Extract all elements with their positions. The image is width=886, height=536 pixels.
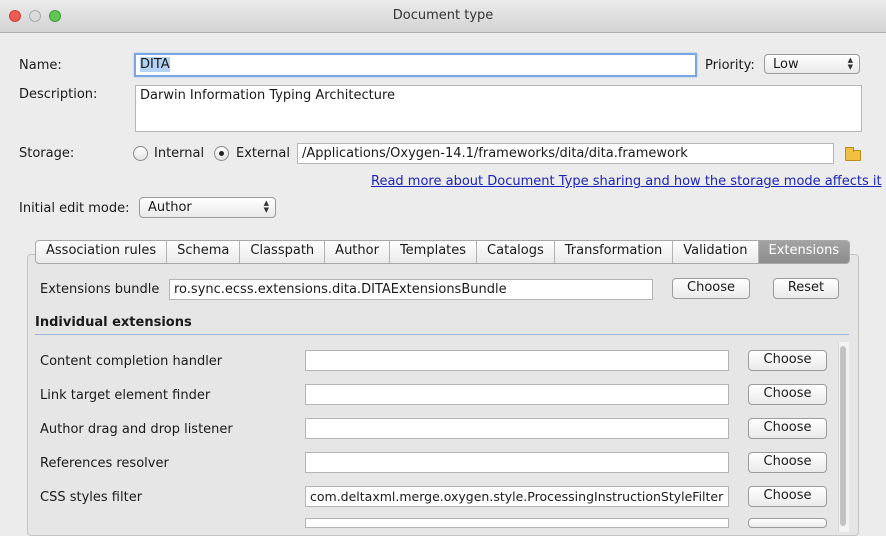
- storage-external-radio[interactable]: [214, 146, 229, 161]
- folder-icon[interactable]: [845, 147, 861, 161]
- link-target-finder-label: Link target element finder: [40, 388, 211, 403]
- content-completion-choose-button[interactable]: Choose: [748, 350, 827, 371]
- storage-external-label: External: [236, 146, 290, 161]
- references-resolver-choose-button[interactable]: Choose: [748, 452, 827, 473]
- css-styles-filter-label: CSS styles filter: [40, 490, 143, 505]
- tab-bar: Association rules Schema Classpath Autho…: [35, 240, 851, 264]
- storage-internal-label: Internal: [154, 146, 205, 161]
- storage-path-input[interactable]: /Applications/Oxygen-14.1/frameworks/dit…: [297, 143, 834, 164]
- scrollbar-thumb[interactable]: [840, 346, 846, 526]
- section-divider: [35, 334, 849, 335]
- css-styles-filter-input[interactable]: com.deltaxml.merge.oxygen.style.Processi…: [305, 486, 729, 507]
- storage-label: Storage:: [19, 146, 75, 161]
- description-textarea[interactable]: Darwin Information Typing Architecture: [135, 85, 862, 132]
- tab-catalogs[interactable]: Catalogs: [477, 241, 555, 263]
- tab-author[interactable]: Author: [325, 241, 390, 263]
- edit-mode-select[interactable]: Author ▲ ▼: [139, 197, 276, 218]
- link-target-finder-input[interactable]: [305, 384, 729, 405]
- individual-extensions-title: Individual extensions: [35, 315, 192, 330]
- tab-transformation[interactable]: Transformation: [555, 241, 674, 263]
- select-arrows-icon: ▲ ▼: [847, 56, 853, 71]
- edit-mode-label: Initial edit mode:: [19, 201, 130, 216]
- content-completion-label: Content completion handler: [40, 354, 223, 369]
- tab-classpath[interactable]: Classpath: [240, 241, 326, 263]
- name-input[interactable]: DITA: [134, 53, 697, 77]
- drag-drop-listener-label: Author drag and drop listener: [40, 422, 233, 437]
- description-label: Description:: [19, 87, 98, 102]
- tab-schema[interactable]: Schema: [167, 241, 241, 263]
- tab-association-rules[interactable]: Association rules: [36, 241, 168, 263]
- tab-validation[interactable]: Validation: [673, 241, 759, 263]
- priority-select[interactable]: Low ▲ ▼: [764, 54, 860, 74]
- storage-internal-radio[interactable]: [133, 146, 148, 161]
- name-label: Name:: [19, 58, 62, 73]
- extensions-bundle-label: Extensions bundle: [40, 282, 160, 297]
- css-styles-filter-choose-button[interactable]: Choose: [748, 486, 827, 507]
- content-completion-input[interactable]: [305, 350, 729, 371]
- extensions-bundle-input[interactable]: ro.sync.ecss.extensions.dita.DITAExtensi…: [169, 279, 653, 300]
- link-target-finder-choose-button[interactable]: Choose: [748, 384, 827, 405]
- priority-value: Low: [773, 57, 799, 72]
- sharing-info-link[interactable]: Read more about Document Type sharing an…: [371, 174, 882, 189]
- references-resolver-input[interactable]: [305, 452, 729, 473]
- references-resolver-label: References resolver: [40, 456, 169, 471]
- next-extension-input[interactable]: [305, 518, 729, 528]
- drag-drop-listener-choose-button[interactable]: Choose: [748, 418, 827, 439]
- priority-label: Priority:: [705, 58, 755, 73]
- bundle-reset-button[interactable]: Reset: [773, 278, 839, 299]
- window-title: Document type: [392, 8, 494, 23]
- tab-templates[interactable]: Templates: [390, 241, 478, 263]
- select-arrows-icon: ▲ ▼: [263, 199, 269, 214]
- next-extension-choose-button[interactable]: [748, 518, 827, 528]
- edit-mode-value: Author: [148, 200, 192, 215]
- tab-extensions[interactable]: Extensions: [758, 241, 850, 263]
- name-value: DITA: [140, 57, 170, 72]
- drag-drop-listener-input[interactable]: [305, 418, 729, 439]
- bundle-choose-button[interactable]: Choose: [672, 278, 750, 299]
